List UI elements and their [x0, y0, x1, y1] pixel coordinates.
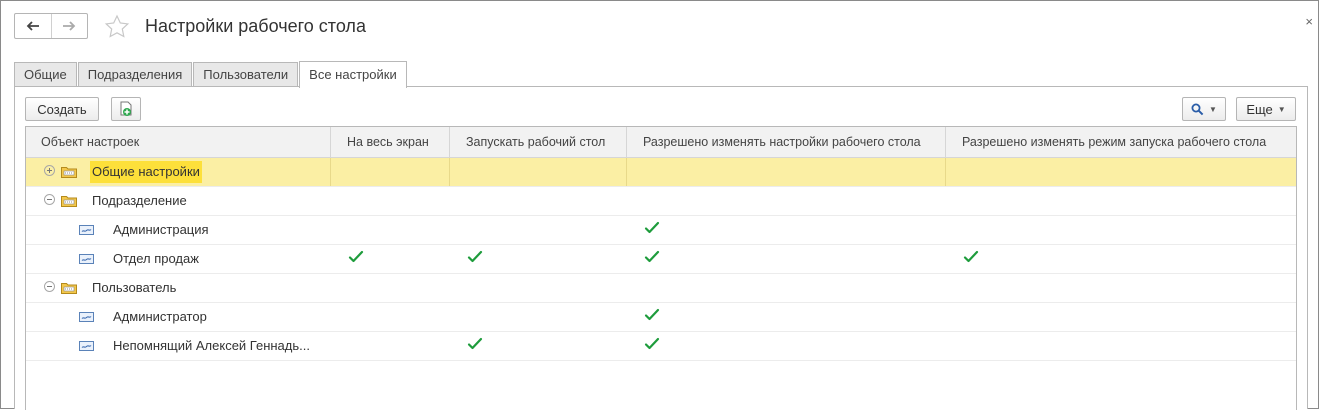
column-separator — [945, 158, 946, 186]
settings-item-icon — [79, 341, 94, 351]
tab-general[interactable]: Общие — [14, 62, 77, 87]
tab-bar: Общие Подразделения Пользователи Все нас… — [14, 61, 408, 88]
forward-button[interactable] — [50, 14, 88, 38]
column-header-object[interactable]: Объект настроек — [41, 127, 139, 157]
checkmark-icon[interactable] — [467, 336, 483, 352]
tree-group-row[interactable]: Пользователь — [26, 274, 1296, 303]
column-header-allow-change-mode[interactable]: Разрешено изменять режим запуска рабочег… — [945, 127, 1296, 157]
row-label: Общие настройки — [90, 161, 202, 183]
checkmark-icon[interactable] — [348, 249, 364, 265]
row-label: Администратор — [113, 309, 207, 324]
arrow-right-icon — [63, 21, 76, 31]
settings-item-icon — [79, 312, 94, 322]
table-row[interactable]: Администратор — [26, 303, 1296, 332]
checkmark-icon[interactable] — [644, 220, 660, 236]
settings-item-icon — [79, 254, 94, 264]
table-row[interactable]: Непомнящий Алексей Геннадь... — [26, 332, 1296, 361]
more-button[interactable]: Еще ▼ — [1236, 97, 1296, 121]
add-copy-button[interactable] — [111, 97, 141, 121]
tree-group-row[interactable]: Подразделение — [26, 187, 1296, 216]
create-button[interactable]: Создать — [25, 97, 99, 121]
settings-item-icon — [79, 225, 94, 235]
add-copy-icon — [120, 101, 132, 116]
collapse-icon[interactable] — [44, 281, 55, 292]
row-label: Пользователь — [92, 280, 177, 295]
checkmark-icon[interactable] — [644, 307, 660, 323]
close-icon[interactable]: × — [1305, 14, 1313, 29]
chevron-down-icon: ▼ — [1209, 104, 1217, 114]
search-button[interactable]: ▼ — [1182, 97, 1226, 121]
column-separator — [449, 158, 450, 186]
navigation-buttons — [14, 13, 88, 39]
column-separator — [626, 158, 627, 186]
tab-all-settings[interactable]: Все настройки — [299, 61, 407, 88]
page-title: Настройки рабочего стола — [145, 16, 366, 36]
checkmark-icon[interactable] — [467, 249, 483, 265]
folder-icon — [61, 167, 77, 178]
row-label: Непомнящий Алексей Геннадь... — [113, 338, 310, 353]
expand-icon[interactable] — [44, 165, 55, 176]
checkmark-icon[interactable] — [644, 336, 660, 352]
favorite-star-icon[interactable] — [104, 14, 130, 40]
chevron-down-icon: ▼ — [1277, 104, 1286, 114]
more-label: Еще — [1246, 101, 1273, 117]
magnifier-icon — [1191, 103, 1204, 115]
grid-header: Объект настроек На весь экран Запускать … — [26, 127, 1296, 158]
table-row[interactable]: Отдел продаж — [26, 245, 1296, 274]
folder-icon — [61, 283, 77, 294]
checkmark-icon[interactable] — [963, 249, 979, 265]
column-header-fullscreen[interactable]: На весь экран — [330, 127, 465, 157]
checkmark-icon[interactable] — [644, 249, 660, 265]
arrow-left-icon — [26, 21, 39, 31]
row-label: Администрация — [113, 222, 209, 237]
row-label: Отдел продаж — [113, 251, 199, 266]
tab-users[interactable]: Пользователи — [193, 62, 299, 87]
table-row[interactable]: Администрация — [26, 216, 1296, 245]
settings-grid[interactable]: Объект настроек На весь экран Запускать … — [25, 126, 1297, 410]
folder-icon — [61, 196, 77, 207]
back-button[interactable] — [15, 14, 51, 38]
row-label: Подразделение — [92, 193, 187, 208]
collapse-icon[interactable] — [44, 194, 55, 205]
column-header-run-desktop[interactable]: Запускать рабочий стол — [449, 127, 626, 157]
column-header-allow-change-settings[interactable]: Разрешено изменять настройки рабочего ст… — [626, 127, 945, 157]
tree-group-row[interactable]: Общие настройки — [26, 158, 1296, 187]
tab-departments[interactable]: Подразделения — [77, 62, 193, 87]
column-separator — [330, 158, 331, 186]
